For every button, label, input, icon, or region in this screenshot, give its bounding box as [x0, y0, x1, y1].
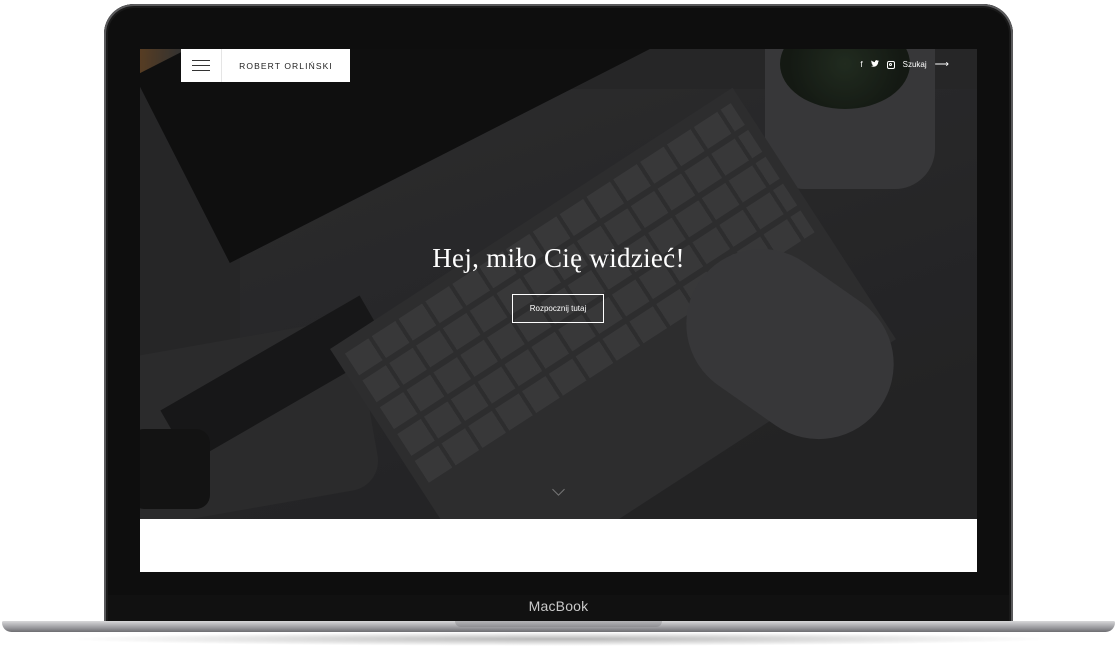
- search-link[interactable]: Szukaj: [903, 60, 927, 69]
- menu-icon-line: [192, 60, 210, 61]
- site-logo-box: ROBERT ORLIŃSKI: [181, 49, 350, 82]
- header-actions: f Szukaj ⟶: [860, 59, 949, 70]
- start-here-button[interactable]: Rozpocznij tutaj: [512, 294, 604, 323]
- hero-section: ROBERT ORLIŃSKI f Szukaj ⟶ Hej, miło Cię…: [140, 49, 977, 519]
- menu-icon-line: [192, 65, 210, 66]
- menu-icon-line: [192, 70, 210, 71]
- content-section: [140, 519, 977, 572]
- device-brand-label: MacBook: [528, 598, 589, 614]
- laptop-notch: [455, 621, 662, 627]
- hero-headline: Hej, miło Cię widzieć!: [432, 243, 685, 273]
- hero-overlay: [140, 49, 977, 519]
- facebook-icon[interactable]: f: [860, 60, 862, 69]
- instagram-icon[interactable]: [886, 60, 895, 69]
- site-logo[interactable]: ROBERT ORLIŃSKI: [222, 61, 350, 71]
- arrow-right-icon[interactable]: ⟶: [935, 59, 949, 70]
- menu-icon[interactable]: [181, 49, 222, 82]
- laptop-screen: ROBERT ORLIŃSKI f Szukaj ⟶ Hej, miło Cię…: [140, 49, 977, 572]
- laptop-shadow: [60, 632, 1057, 646]
- twitter-icon[interactable]: [870, 60, 879, 69]
